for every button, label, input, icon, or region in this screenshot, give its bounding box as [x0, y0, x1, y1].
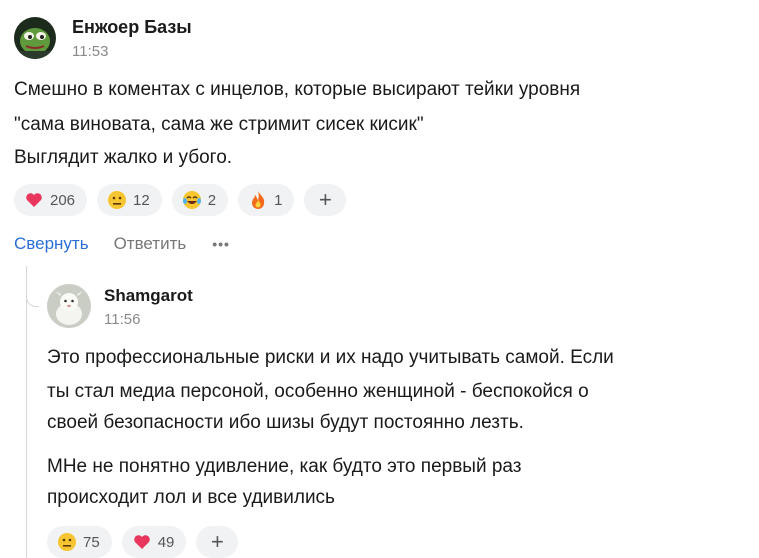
neutral-face-icon — [107, 190, 127, 210]
add-reaction-button[interactable]: + — [304, 184, 347, 216]
reply-author[interactable]: Shamgarot — [104, 286, 193, 306]
reply-p1-line-1: Это профессиональные риски и их надо учи… — [47, 347, 614, 368]
add-reaction-button[interactable]: + — [196, 526, 239, 558]
reaction-heart[interactable]: 206 — [14, 184, 88, 216]
plus-icon: + — [210, 529, 224, 554]
comment-line-3: Выглядит жалко и убого. — [14, 147, 233, 168]
heart-icon — [132, 532, 152, 552]
goat-avatar-icon — [47, 284, 91, 328]
reply-p1-line-3: своей безопасности ибо шизы будут постоя… — [47, 412, 524, 433]
comment-actions: Свернуть Ответить ••• — [14, 234, 230, 254]
reply-p1-line-2: ты стал медиа персоной, особенно женщино… — [47, 381, 589, 402]
comment-time: 11:53 — [72, 43, 109, 60]
reply-reactions: 75 49 + — [47, 526, 239, 558]
tears-of-joy-icon — [182, 190, 202, 210]
plus-icon: + — [318, 187, 332, 212]
reaction-count: 206 — [50, 191, 76, 209]
comment-line-1: Смешно в коментах с инцелов, которые выс… — [14, 79, 581, 100]
reaction-count: 1 — [274, 191, 283, 209]
reaction-count: 12 — [133, 191, 150, 209]
comment-line-2: "сама виновата, сама же стримит сисек ки… — [14, 114, 424, 135]
reply-time: 11:56 — [104, 311, 141, 328]
heart-icon — [24, 190, 44, 210]
more-options-icon[interactable]: ••• — [212, 236, 230, 252]
collapse-button[interactable]: Свернуть — [14, 234, 89, 254]
avatar-goat[interactable] — [47, 284, 91, 328]
comment-reactions: 206 12 2 1 + — [14, 184, 347, 216]
reaction-count: 75 — [83, 533, 100, 551]
reply-p2-line-1: МНе не понятно удивление, как будто это … — [47, 456, 522, 477]
avatar-pepe[interactable] — [14, 17, 56, 59]
comment-author[interactable]: Енжоер Базы — [72, 17, 192, 38]
reaction-fire[interactable]: 1 — [238, 184, 295, 216]
fire-icon — [248, 190, 268, 210]
reply-button[interactable]: Ответить — [114, 234, 187, 254]
reaction-neutral-face[interactable]: 12 — [97, 184, 162, 216]
pepe-avatar-icon — [14, 17, 56, 59]
reaction-neutral-face[interactable]: 75 — [47, 526, 112, 558]
reaction-heart[interactable]: 49 — [121, 526, 187, 558]
neutral-face-icon — [57, 532, 77, 552]
reaction-count: 49 — [157, 533, 175, 551]
thread-line — [26, 300, 27, 558]
reply-p2-line-2: происходит лол и все удивились — [47, 487, 335, 508]
reaction-tears-of-joy[interactable]: 2 — [171, 184, 229, 216]
reaction-count: 2 — [207, 191, 217, 209]
thread-connector — [26, 266, 39, 307]
